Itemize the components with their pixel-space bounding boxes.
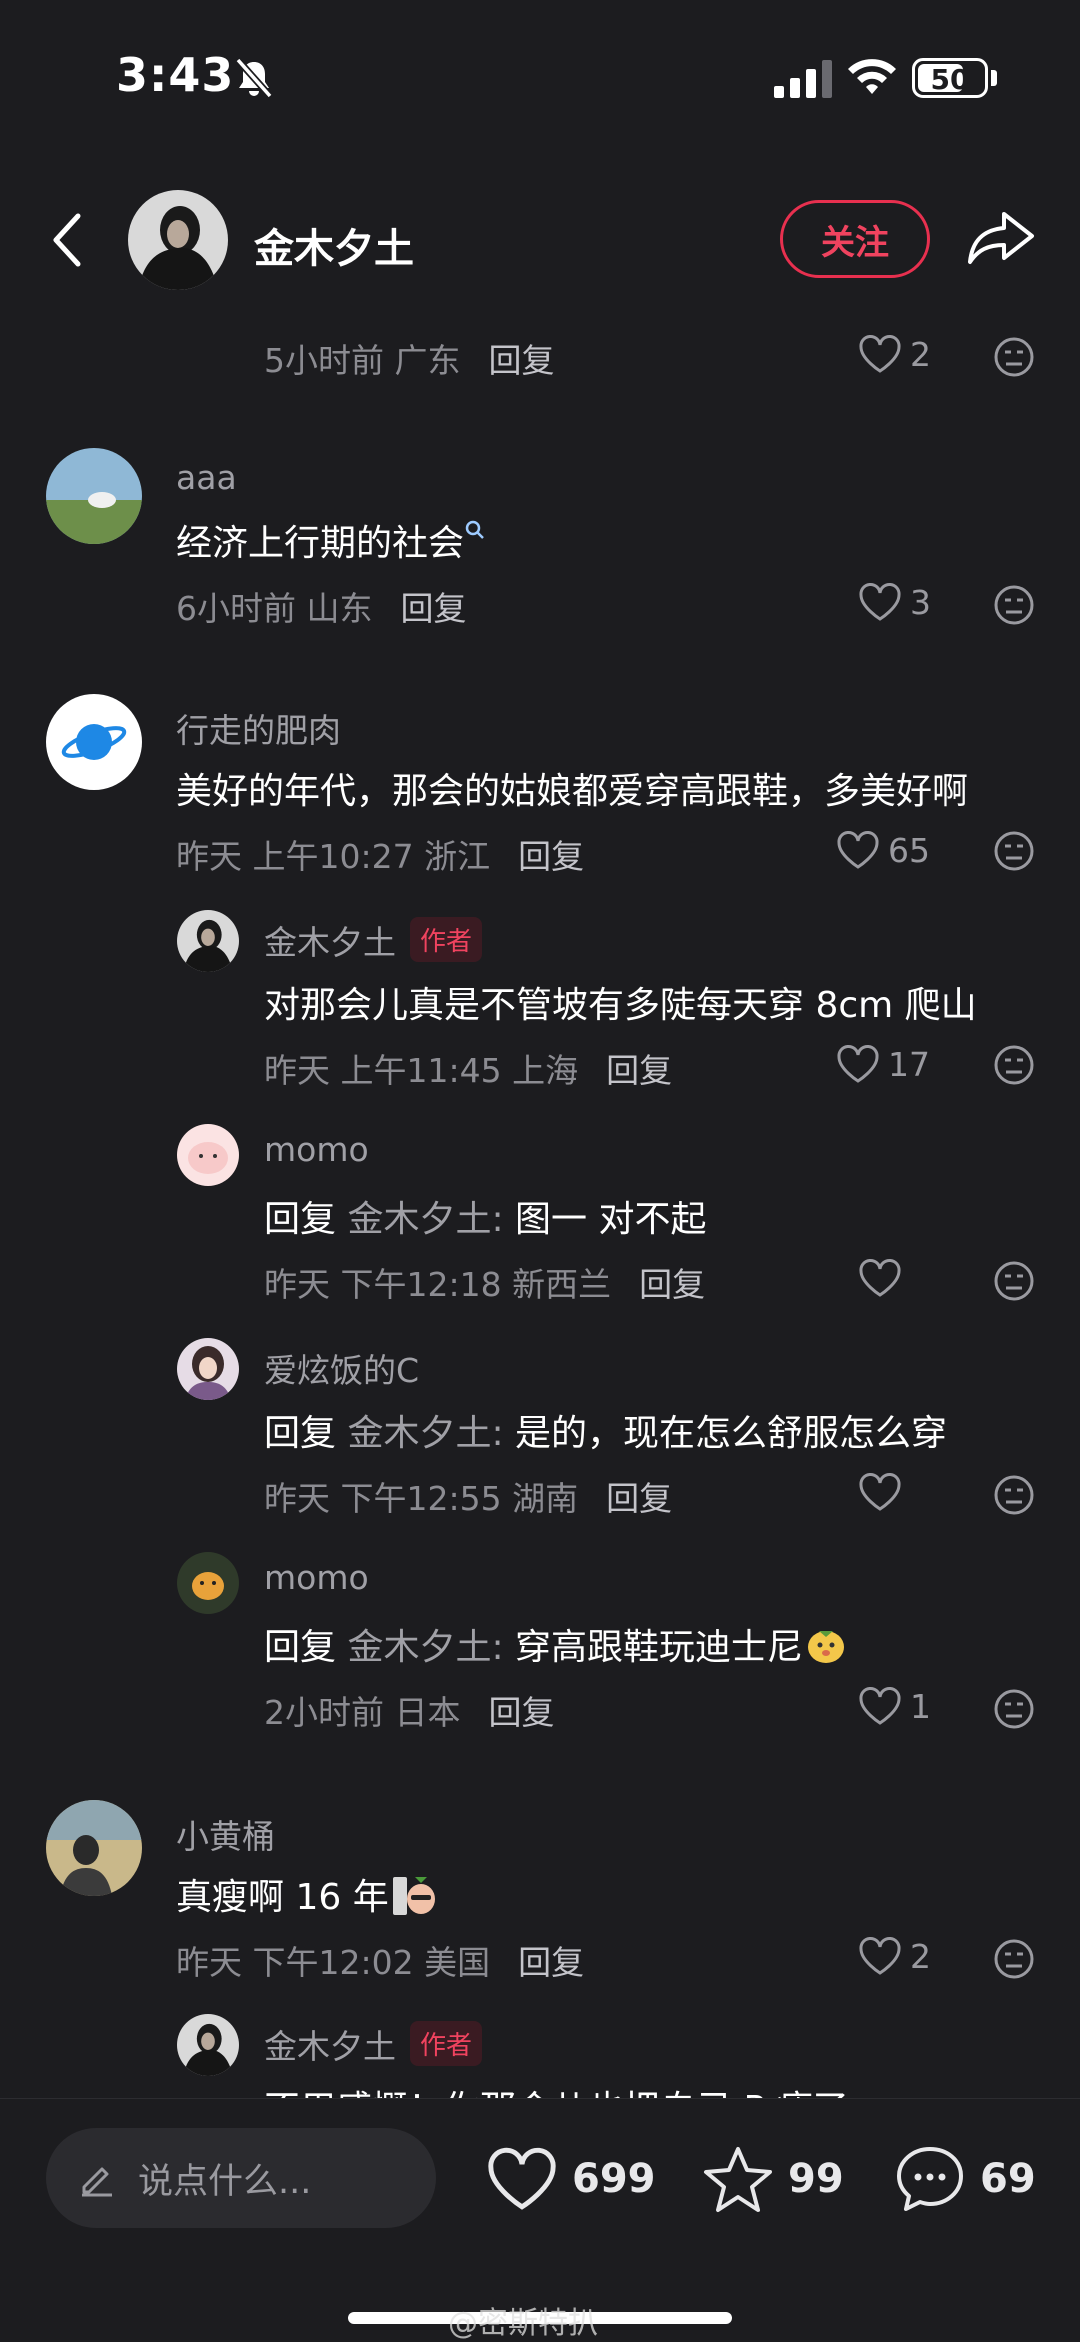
reply-button[interactable]: 回复 <box>401 589 467 628</box>
comment-meta: 昨天 下午12:55 湖南 回复 <box>264 1479 673 1518</box>
comment-text: 经济上行期的社会 <box>176 514 486 566</box>
heart-icon <box>859 1937 901 1975</box>
battery-level: 50 <box>930 63 970 96</box>
commenter-name[interactable]: 小黄桶 <box>176 1810 275 1858</box>
battery-tip <box>991 70 997 86</box>
dislike-face-icon[interactable] <box>993 1044 1035 1086</box>
comment-text: 美好的年代，那会的姑娘都爱穿高跟鞋，多美好啊 <box>176 771 969 812</box>
comment-input[interactable]: 说点什么... <box>46 2128 436 2228</box>
commenter-name[interactable]: 行走的肥肉 <box>176 704 341 752</box>
battery-indicator: 50 <box>912 58 988 98</box>
comment-text: 真瘦啊 16 年 <box>176 1868 439 1920</box>
comment-meta: 5小时前 广东 回复 <box>264 341 555 380</box>
status-time: 3:43 <box>116 48 235 102</box>
comment-meta: 2小时前 日本 回复 <box>264 1693 555 1732</box>
commenter-name[interactable]: momo <box>264 1558 369 1597</box>
replier-avatar[interactable] <box>177 1338 239 1400</box>
bell-muted-icon <box>235 57 273 99</box>
reply-button[interactable]: 回复 <box>639 1265 705 1304</box>
replier-avatar[interactable] <box>177 910 239 972</box>
comment-text: 回复 金木夕土: 穿高跟鞋玩迪士尼 <box>264 1618 849 1670</box>
reply-button[interactable]: 回复 <box>489 341 555 380</box>
reply-button[interactable]: 回复 <box>489 1693 555 1732</box>
heart-icon <box>859 1473 901 1511</box>
comment-meta: 6小时前 山东 回复 <box>176 589 467 628</box>
comment-text: 对那会儿真是不管坡有多陡每天穿 8cm 爬山 <box>264 985 977 1026</box>
comment-meta: 昨天 下午12:02 美国 回复 <box>176 1943 585 1982</box>
dislike-face-icon[interactable] <box>993 1688 1035 1730</box>
pencil-icon <box>82 2167 112 2197</box>
replier-avatar[interactable] <box>177 1124 239 1186</box>
like-count: 2 <box>910 334 931 374</box>
commenter-name[interactable]: aaa <box>176 458 237 497</box>
reply-button[interactable]: 回复 <box>518 837 584 876</box>
comments-button[interactable]: 69 <box>894 2144 1036 2214</box>
dislike-face-icon[interactable] <box>993 1260 1035 1302</box>
like-total-count: 699 <box>572 2156 656 2202</box>
like-button[interactable]: 3 <box>858 582 931 622</box>
heart-icon <box>837 831 879 869</box>
star-icon <box>704 2147 772 2212</box>
share-icon[interactable] <box>966 208 1036 268</box>
comment-bubble-icon <box>897 2147 963 2211</box>
like-button[interactable]: 65 <box>836 830 930 870</box>
commenter-name: 金木夕土 作者 <box>264 2020 483 2068</box>
like-count: 1 <box>910 1686 931 1726</box>
watermark: @密斯特扒 <box>448 2306 598 2341</box>
heart-icon <box>859 583 901 621</box>
heart-icon <box>488 2147 556 2210</box>
heart-icon <box>837 1045 879 1083</box>
wifi-icon <box>848 59 896 94</box>
like-button[interactable] <box>858 1472 902 1512</box>
dislike-face-icon[interactable] <box>993 1938 1035 1980</box>
author-tag: 作者 <box>410 917 483 962</box>
favorite-button[interactable]: 99 <box>702 2144 844 2214</box>
favorite-count: 99 <box>788 2156 844 2202</box>
comment-text: 回复 金木夕土: 是的，现在怎么舒服怎么穿 <box>264 1413 948 1454</box>
dislike-face-icon[interactable] <box>993 584 1035 626</box>
commenter-name: 金木夕土 作者 <box>264 916 483 964</box>
sticker-emoji-icon <box>392 1877 435 1915</box>
signal-icon <box>774 60 832 98</box>
comment-meta: 昨天 上午10:27 浙江 回复 <box>176 837 585 876</box>
reply-button[interactable]: 回复 <box>606 1051 672 1090</box>
dislike-face-icon[interactable] <box>993 830 1035 872</box>
like-button[interactable]: 2 <box>858 1936 931 1976</box>
comment-text: 回复 金木夕土: 图一 对不起 <box>264 1199 707 1240</box>
replier-avatar[interactable] <box>177 2014 239 2076</box>
commenter-avatar[interactable] <box>46 1800 142 1896</box>
dislike-face-icon[interactable] <box>993 1474 1035 1516</box>
like-button[interactable]: 2 <box>858 334 931 374</box>
back-arrow-icon[interactable] <box>48 210 88 270</box>
commenter-avatar[interactable] <box>46 694 142 790</box>
heart-icon <box>859 1687 901 1725</box>
heart-icon <box>859 1259 901 1297</box>
follow-button[interactable]: 关注 <box>780 200 930 278</box>
commenter-name[interactable]: momo <box>264 1130 369 1169</box>
reply-button[interactable]: 回复 <box>606 1479 672 1518</box>
like-count: 17 <box>888 1044 930 1084</box>
comment-input-placeholder: 说点什么... <box>138 2161 312 2202</box>
author-tag: 作者 <box>410 2021 483 2066</box>
like-total-button[interactable]: 699 <box>486 2146 656 2212</box>
like-button[interactable] <box>858 1258 902 1298</box>
reply-button[interactable]: 回复 <box>518 1943 584 1982</box>
like-button[interactable]: 1 <box>858 1686 931 1726</box>
comment-meta: 昨天 上午11:45 上海 回复 <box>264 1051 673 1090</box>
commenter-avatar[interactable] <box>46 448 142 544</box>
replier-avatar[interactable] <box>177 1552 239 1614</box>
like-button[interactable]: 17 <box>836 1044 930 1084</box>
comment-meta: 昨天 下午12:18 新西兰 回复 <box>264 1265 706 1304</box>
commenter-name[interactable]: 爱炫饭的C <box>264 1344 419 1392</box>
comment-count: 69 <box>980 2156 1036 2202</box>
heart-icon <box>859 335 901 373</box>
like-count: 3 <box>910 582 931 622</box>
author-name[interactable]: 金木夕土 <box>254 216 414 274</box>
dislike-face-icon[interactable] <box>993 336 1035 378</box>
like-count: 65 <box>888 830 930 870</box>
author-avatar[interactable] <box>128 190 228 290</box>
like-count: 2 <box>910 1936 931 1976</box>
sticker-emoji-icon <box>808 1631 845 1663</box>
search-icon[interactable] <box>464 519 486 541</box>
